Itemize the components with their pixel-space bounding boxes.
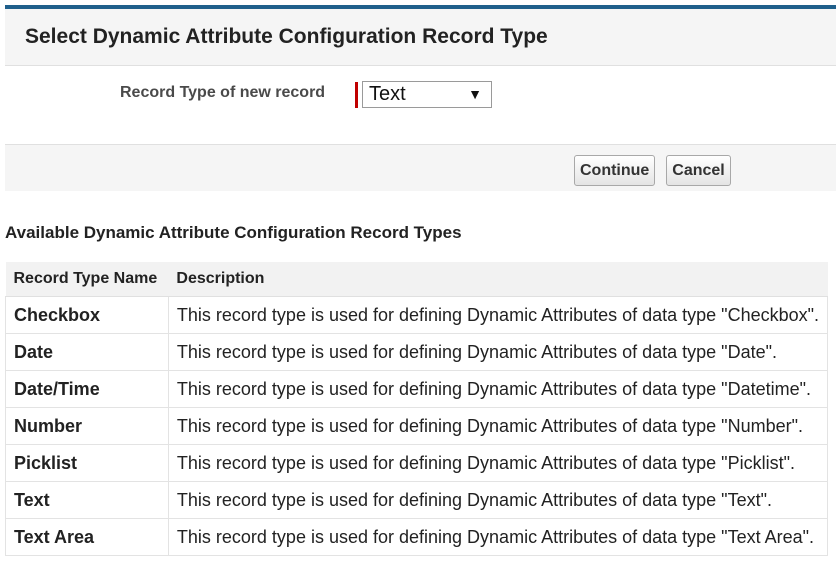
page-title: Select Dynamic Attribute Configuration R… xyxy=(5,9,836,66)
form-body: Record Type of new record Text ▼ xyxy=(5,66,836,145)
record-type-name: Text Area xyxy=(5,518,169,556)
table-row: Text This record type is used for defini… xyxy=(5,481,829,519)
record-type-label: Record Type of new record xyxy=(120,84,326,101)
record-type-name: Date xyxy=(5,333,169,371)
record-types-table: Record Type Name Description Checkbox Th… xyxy=(5,262,829,556)
record-type-description: This record type is used for defining Dy… xyxy=(167,333,829,371)
record-type-name: Text xyxy=(5,481,169,519)
record-type-description: This record type is used for defining Dy… xyxy=(167,407,829,445)
table-header-row: Record Type Name Description xyxy=(5,262,828,297)
table-row: Number This record type is used for defi… xyxy=(5,407,829,445)
record-type-select[interactable]: Text ▼ xyxy=(362,81,492,108)
record-type-selected-value: Text xyxy=(369,83,406,105)
table-row: Text Area This record type is used for d… xyxy=(5,518,829,556)
required-indicator xyxy=(355,82,358,108)
table-row: Picklist This record type is used for de… xyxy=(5,444,829,482)
column-header-name: Record Type Name xyxy=(5,262,169,297)
table-row: Date/Time This record type is used for d… xyxy=(5,370,829,408)
button-bar: Continue Cancel xyxy=(5,145,836,191)
record-type-name: Picklist xyxy=(5,444,169,482)
column-header-description: Description xyxy=(168,262,828,297)
cancel-button[interactable]: Cancel xyxy=(666,155,731,186)
section-title: Available Dynamic Attribute Configuratio… xyxy=(5,223,462,242)
continue-button[interactable]: Continue xyxy=(574,155,655,186)
record-type-description: This record type is used for defining Dy… xyxy=(167,481,829,519)
record-type-name: Number xyxy=(5,407,169,445)
table-row: Date This record type is used for defini… xyxy=(5,333,829,371)
record-type-panel: Select Dynamic Attribute Configuration R… xyxy=(5,5,836,191)
record-type-description: This record type is used for defining Dy… xyxy=(167,296,829,334)
record-type-description: This record type is used for defining Dy… xyxy=(167,370,829,408)
record-type-name: Date/Time xyxy=(5,370,169,408)
record-type-description: This record type is used for defining Dy… xyxy=(167,444,829,482)
dropdown-arrow-icon: ▼ xyxy=(468,86,482,102)
table-row: Checkbox This record type is used for de… xyxy=(5,296,829,334)
record-type-description: This record type is used for defining Dy… xyxy=(167,518,829,556)
record-type-name: Checkbox xyxy=(5,296,169,334)
